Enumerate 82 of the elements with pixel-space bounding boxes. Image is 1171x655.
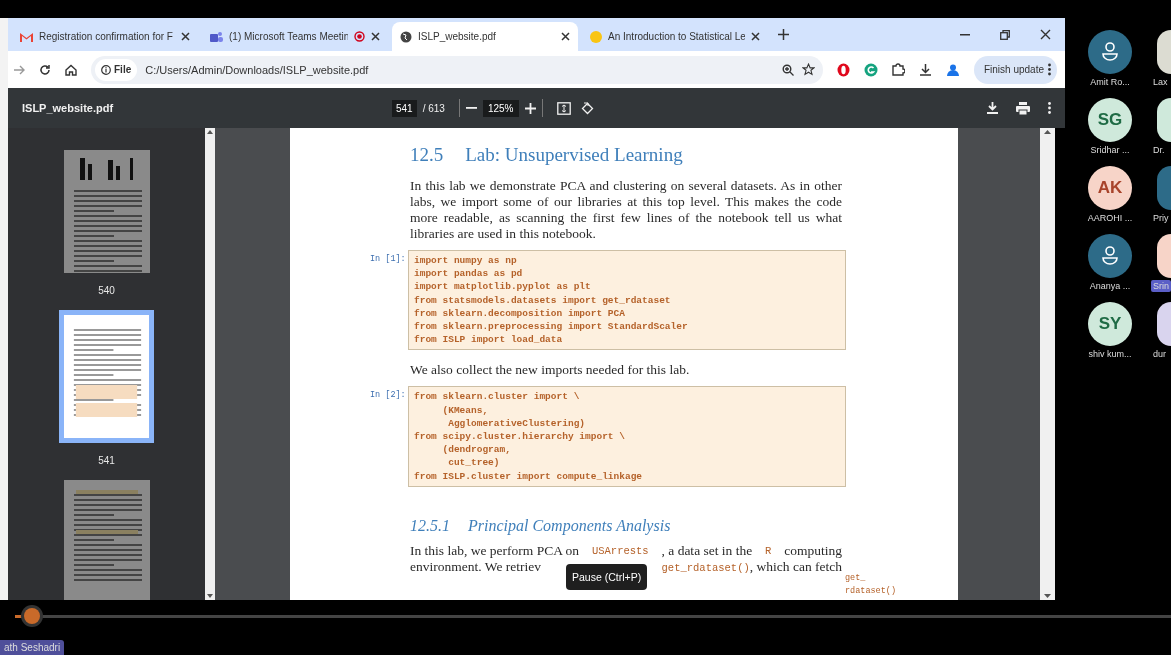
zoom-icon[interactable]	[781, 63, 794, 76]
home-icon[interactable]	[65, 63, 77, 76]
paragraph: In this lab we demonstrate PCA and clustering on several datasets. As in other labs, we import some of our libraries at this top level. This makes the code more readable, as scanning the first few lines of the notebook tell us what libraries are used in this notebook.	[410, 178, 842, 242]
subsection-heading: 12.5.1 Principal Components Analysis	[410, 516, 672, 535]
page-number: 541	[98, 455, 115, 466]
scroll-down-icon[interactable]	[207, 594, 213, 598]
document-title: ISLP_website.pdf	[22, 102, 115, 114]
circle-icon	[590, 30, 602, 43]
participant-name: Sridhar ...	[1089, 144, 1131, 156]
avatar: AK	[1088, 166, 1132, 210]
participant-name: Ananya ...	[1088, 280, 1132, 292]
participant-name: Amit Ro...	[1089, 76, 1131, 88]
record-icon	[354, 31, 365, 42]
scroll-up-icon[interactable]	[207, 130, 213, 134]
browser-tab[interactable]: (1) Microsoft Teams Meetin	[202, 22, 388, 51]
page-count: / 613	[422, 102, 445, 114]
restore-icon[interactable]	[1000, 29, 1010, 40]
browser-tab[interactable]: ISLP_website.pdf	[392, 22, 578, 51]
browser-tab[interactable]: An Introduction to Statistical Le	[582, 22, 768, 51]
code-block: import numpy as np import pandas as pd import matplotlib.pyplot as plt from statsmodels.datasets import get_rdataset from sklearn.decomposition import PCA from sklearn.preprocessing import StandardScaler from ISLP import load_data	[408, 250, 846, 351]
extension-icon[interactable]	[836, 62, 850, 77]
participant-name: shiv kum...	[1087, 348, 1133, 360]
participant-name: Priy	[1152, 212, 1170, 224]
page-number: 540	[98, 285, 115, 296]
scroll-up-icon[interactable]	[1044, 130, 1051, 134]
people-icon	[210, 30, 223, 43]
zoom-in-icon[interactable]	[524, 102, 536, 114]
finish-update-button[interactable]: Finish update	[973, 55, 1057, 84]
zoom-field[interactable]: 125%	[482, 99, 519, 117]
forward-icon[interactable]	[14, 64, 25, 75]
paragraph: We also collect the new imports needed for this lab.	[410, 362, 691, 379]
puzzle-icon[interactable]	[891, 63, 905, 76]
reload-icon[interactable]	[39, 63, 51, 76]
avatar: SG	[1088, 98, 1132, 142]
fit-page-icon[interactable]	[556, 101, 571, 115]
mail-icon	[20, 31, 33, 42]
text-line: In this lab, we perform PCA on USArrests , a data set in the R computing	[410, 542, 842, 559]
text-fragment: environment. We retriev	[410, 558, 541, 576]
profile-icon[interactable]	[945, 62, 960, 77]
participant-name: AAROHI ...	[1086, 212, 1134, 224]
scrollbar[interactable]	[205, 128, 215, 600]
new-tab-icon[interactable]	[778, 29, 789, 40]
star-icon[interactable]	[801, 63, 815, 76]
scrollbar[interactable]	[1040, 128, 1055, 600]
close-icon[interactable]	[751, 32, 760, 41]
close-icon[interactable]	[181, 32, 190, 41]
seek-handle[interactable]	[24, 608, 41, 624]
code-block: from sklearn.cluster import \ (KMeans, AgglomerativeClustering) from scipy.cluster.hierarchy import \ (dendrogram, cut_tree) from ISLP.cluster import compute_linkage	[408, 386, 846, 487]
globe-icon	[400, 30, 412, 43]
cell-prompt: In [2]:	[370, 390, 407, 401]
page-thumbnail[interactable]	[63, 150, 150, 273]
extension-icon[interactable]	[863, 62, 878, 77]
download-icon[interactable]	[918, 63, 932, 76]
close-icon[interactable]	[371, 32, 380, 41]
cell-prompt: In [1]:	[370, 254, 407, 264]
minimize-icon[interactable]	[960, 33, 970, 36]
avatar: SY	[1088, 302, 1132, 346]
browser-tab[interactable]: Registration confirmation for F	[12, 22, 198, 51]
presenter-name: ath Seshadri	[0, 640, 65, 655]
person-icon	[1101, 246, 1119, 266]
text-fragment: get_rdataset(), which can fetch	[661, 558, 842, 576]
more-icon	[1048, 63, 1051, 76]
close-icon[interactable]	[1040, 29, 1051, 40]
print-icon[interactable]	[1016, 101, 1030, 115]
info-icon	[101, 64, 111, 75]
scroll-down-icon[interactable]	[1044, 594, 1051, 598]
section-heading: 12.5 Lab: Unsupervised Learning	[410, 144, 684, 166]
site-info-chip[interactable]: File	[95, 58, 138, 81]
url-text[interactable]: C:/Users/Admin/Downloads/ISLP_website.pdf	[145, 63, 774, 76]
person-icon	[1101, 42, 1119, 62]
close-icon[interactable]	[561, 32, 570, 41]
page-thumbnail[interactable]	[63, 480, 150, 600]
margin-note: get_ rdataset()	[845, 572, 897, 598]
participant-name: Dr.	[1152, 144, 1166, 156]
rotate-icon[interactable]	[580, 101, 594, 115]
participant-name: Srin	[1151, 280, 1171, 292]
participant-name: Lax	[1152, 76, 1169, 88]
tooltip: Pause (Ctrl+P)	[566, 564, 648, 590]
participant-name: dur	[1152, 348, 1167, 360]
more-icon[interactable]	[1048, 102, 1051, 114]
page-thumbnail[interactable]	[59, 310, 154, 443]
page-number-field[interactable]: 541	[392, 99, 417, 117]
